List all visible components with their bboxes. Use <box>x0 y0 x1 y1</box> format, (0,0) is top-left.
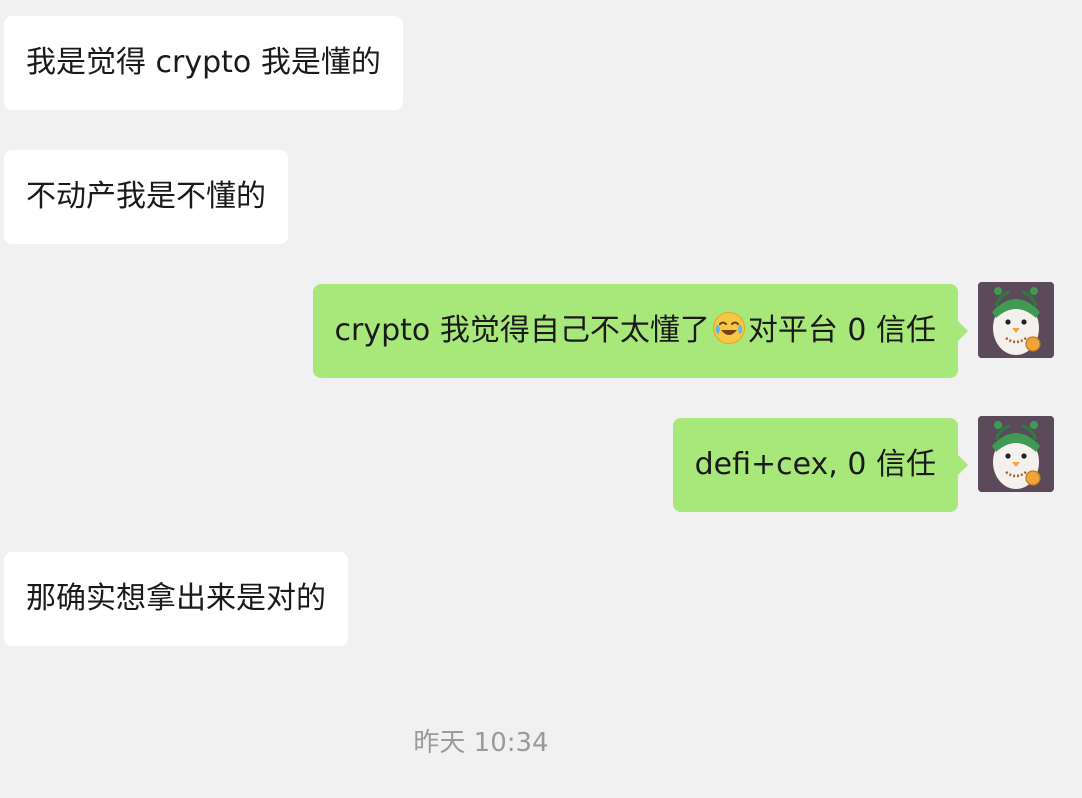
incoming-message-bubble[interactable]: 不动产我是不懂的 <box>4 150 288 244</box>
incoming-message-bubble[interactable]: 那确实想拿出来是对的 <box>4 552 348 646</box>
message-text: 不动产我是不懂的 <box>26 179 266 214</box>
message-text: 我是觉得 crypto 我是懂的 <box>26 45 381 80</box>
message-text: 那确实想拿出来是对的 <box>26 581 326 616</box>
message-text: crypto 我觉得自己不太懂了 <box>334 313 710 348</box>
crying-laughing-emoji-icon <box>712 312 745 344</box>
message-timestamp: 昨天 10:34 <box>413 728 549 758</box>
avatar[interactable] <box>978 282 1054 358</box>
penguin-avatar-icon <box>978 282 1054 358</box>
message-row: crypto 我觉得自己不太懂了 对平台 0 信任 <box>0 282 1082 380</box>
message-row: 我是觉得 crypto 我是懂的 <box>0 16 1082 112</box>
message-text: 对平台 0 信任 <box>747 313 936 348</box>
message-row: defi+cex, 0 信任 <box>0 416 1082 514</box>
message-row: 不动产我是不懂的 <box>0 150 1082 246</box>
chat-window: 我是觉得 crypto 我是懂的 不动产我是不懂的 crypto 我觉得自己不太… <box>0 0 1082 798</box>
message-text: defi+cex, 0 信任 <box>694 447 936 482</box>
avatar[interactable] <box>978 416 1054 492</box>
outgoing-message-bubble[interactable]: defi+cex, 0 信任 <box>672 418 969 512</box>
message-row: 那确实想拿出来是对的 <box>0 552 1082 648</box>
incoming-message-bubble[interactable]: 我是觉得 crypto 我是懂的 <box>4 16 403 110</box>
penguin-avatar-icon <box>978 416 1054 492</box>
outgoing-message-bubble[interactable]: crypto 我觉得自己不太懂了 对平台 0 信任 <box>312 284 969 378</box>
